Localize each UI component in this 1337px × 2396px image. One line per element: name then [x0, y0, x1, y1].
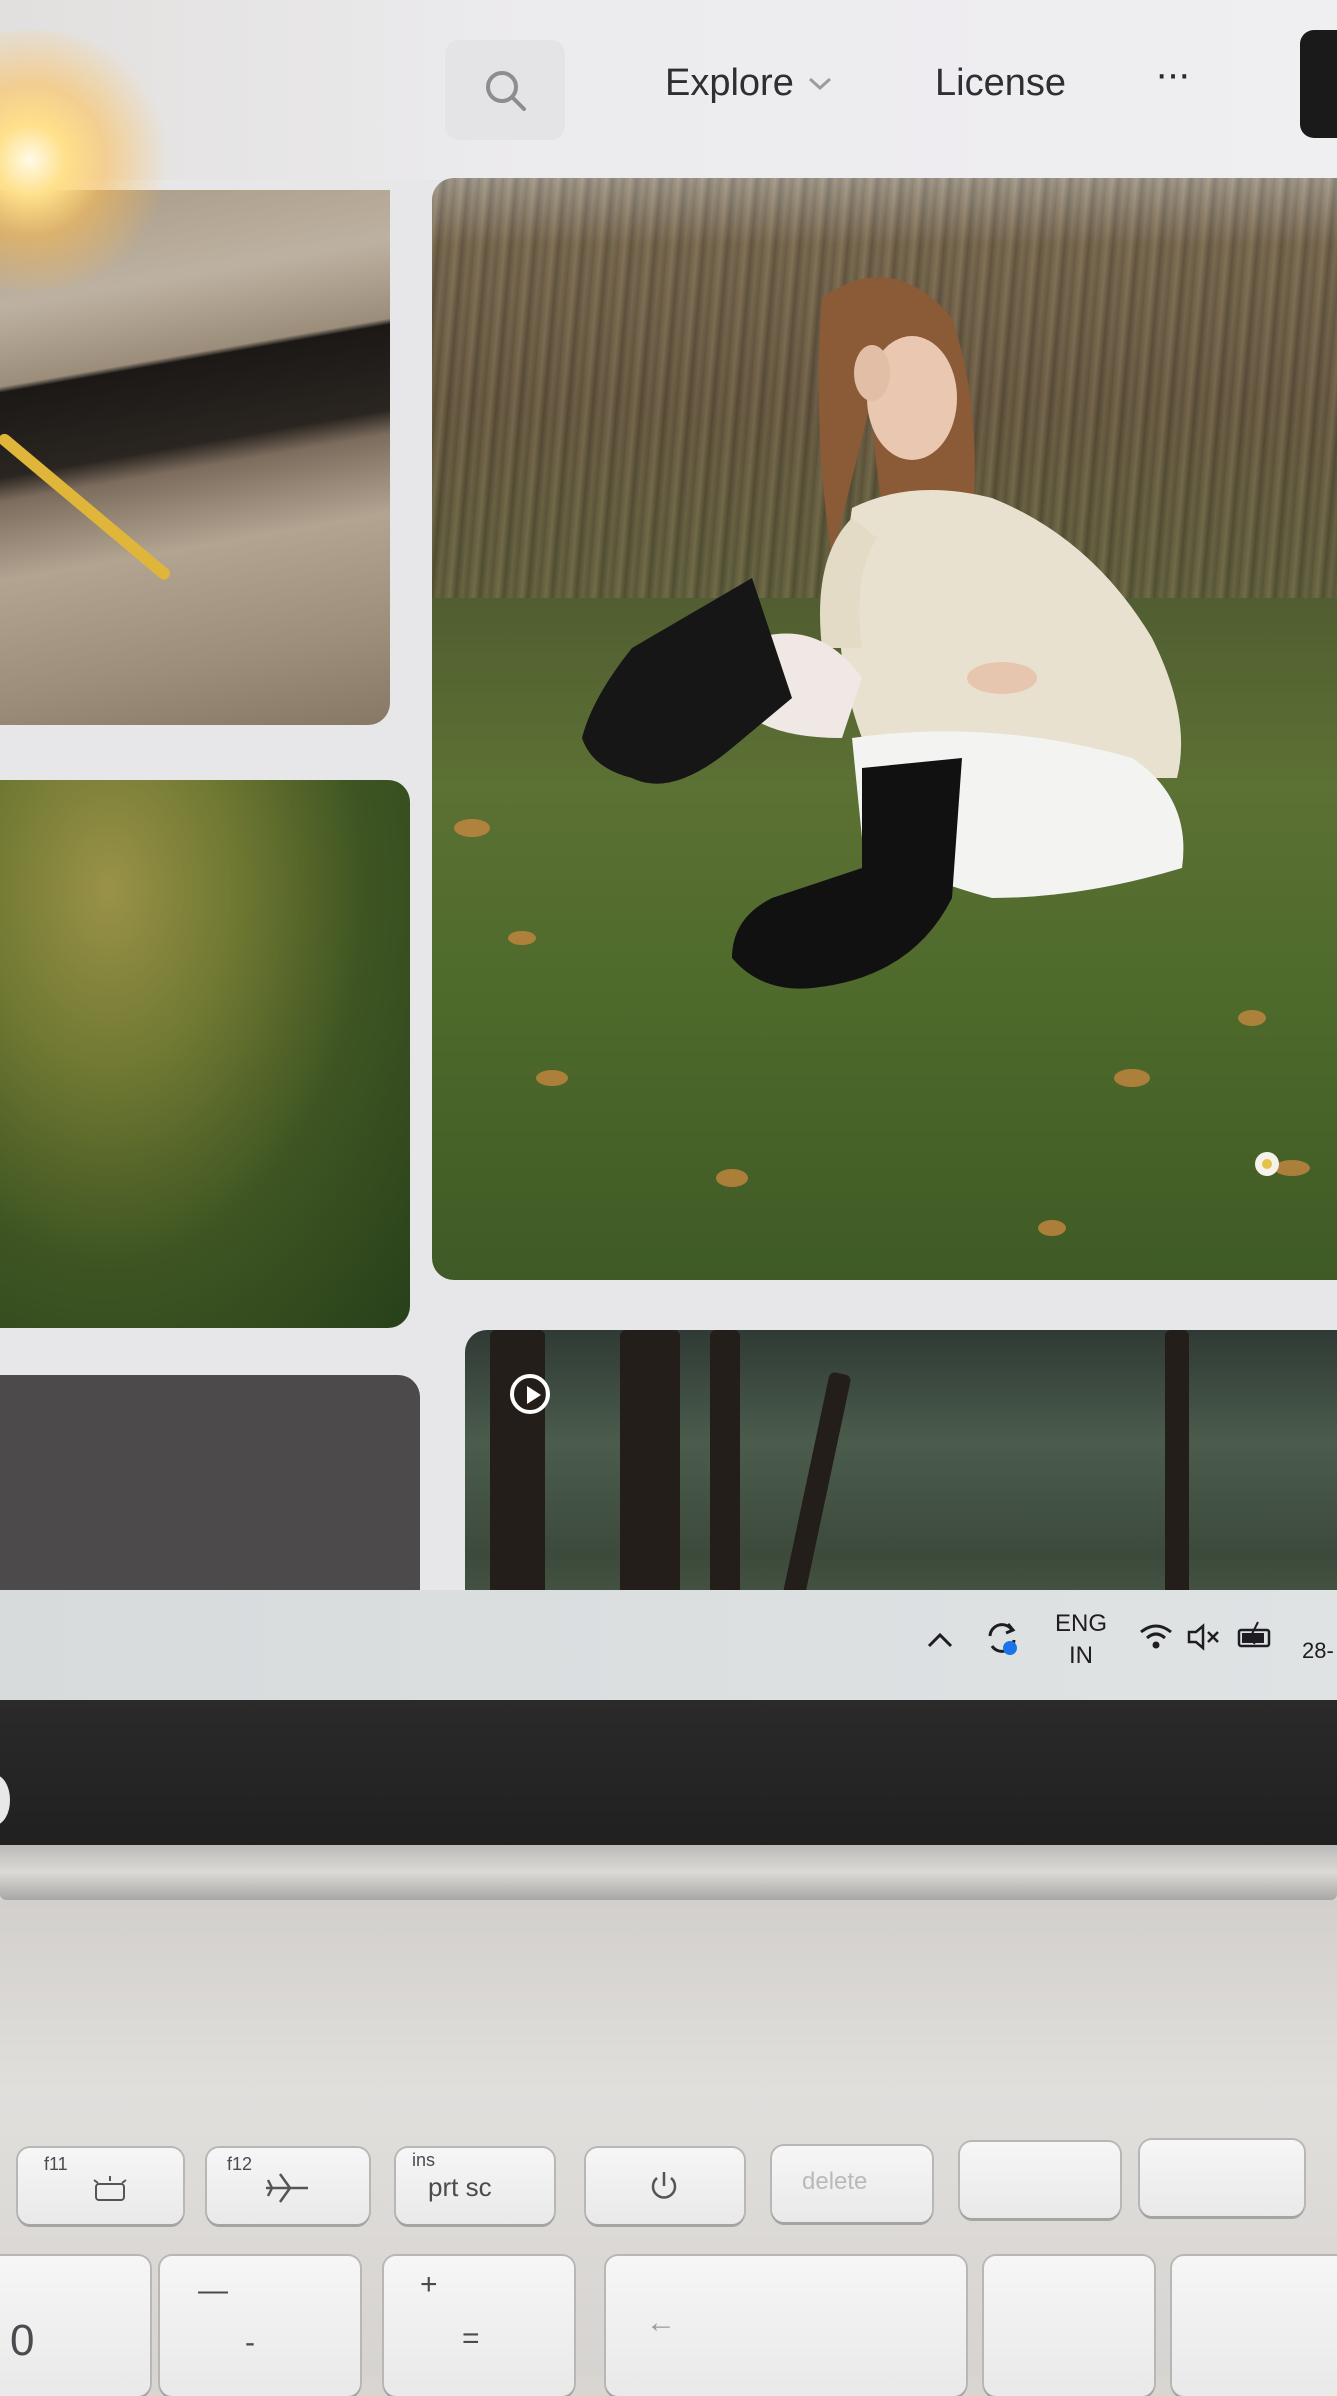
keyboard-region: IN: [1069, 1642, 1093, 1669]
photo-tile-woman-on-grass[interactable]: [432, 178, 1337, 1280]
key-label: delete: [802, 2168, 868, 2195]
key-minus[interactable]: — -: [160, 2256, 360, 2396]
key-label-prtsc: prt sc: [428, 2172, 492, 2202]
language-indicator[interactable]: ENG IN: [1055, 1608, 1107, 1672]
key-label: f12: [227, 2154, 253, 2174]
search-button[interactable]: [445, 40, 565, 140]
key-0[interactable]: 0: [0, 2256, 150, 2396]
nav-explore-label: Explore: [665, 62, 794, 104]
language-code: ENG: [1055, 1610, 1108, 1637]
volume-muted-icon[interactable]: [1186, 1622, 1222, 1652]
key-numpad[interactable]: [1172, 2256, 1337, 2396]
key-backspace[interactable]: ←: [606, 2256, 966, 2396]
play-icon[interactable]: [510, 1374, 550, 1414]
screen-bezel: [0, 1700, 1337, 1860]
key-home[interactable]: [960, 2142, 1120, 2218]
keyboard-backlight-icon: [93, 2176, 127, 2201]
windows-taskbar: ENG IN 28-: [0, 1590, 1337, 1700]
key-label-bottom: =: [462, 2322, 480, 2355]
key-label: ←: [646, 2306, 676, 2339]
search-icon: [486, 71, 526, 111]
key-power[interactable]: [586, 2148, 744, 2224]
nav-explore[interactable]: Explore: [665, 62, 832, 105]
photo-tile-grass[interactable]: [0, 780, 410, 1328]
power-icon: [651, 2172, 677, 2199]
key-f12[interactable]: f12: [207, 2148, 369, 2224]
key-f11[interactable]: f11: [18, 2148, 183, 2224]
chevron-up-icon[interactable]: [926, 1630, 954, 1650]
key-delete[interactable]: delete: [772, 2146, 932, 2222]
laptop-hinge: [0, 1845, 1337, 1900]
more-menu-button[interactable]: ···: [1155, 52, 1191, 97]
battery-charging-icon[interactable]: [1236, 1620, 1276, 1652]
laptop-screen: Explore License ··· ENG IN 28-: [0, 0, 1337, 1700]
key-numpad[interactable]: [984, 2256, 1154, 2396]
key-equals[interactable]: + =: [384, 2256, 574, 2396]
nav-license[interactable]: License: [935, 62, 1066, 105]
sync-icon[interactable]: [982, 1618, 1022, 1658]
airplane-mode-icon: [266, 2173, 308, 2203]
key-prtsc[interactable]: ins prt sc: [396, 2148, 554, 2224]
taskbar-date[interactable]: 28-: [1302, 1638, 1334, 1664]
key-label-top: +: [420, 2268, 438, 2301]
photo-figure: [454, 277, 1310, 1236]
chevron-down-icon: [808, 77, 831, 90]
profile-button[interactable]: [1300, 30, 1337, 138]
key-label: 0: [10, 2316, 35, 2365]
wifi-icon[interactable]: [1138, 1622, 1174, 1652]
key-label-bottom: -: [245, 2326, 255, 2359]
key-label-top: —: [198, 2274, 228, 2307]
key-label-ins: ins: [412, 2150, 436, 2170]
key-end[interactable]: [1140, 2140, 1304, 2216]
key-label: f11: [44, 2154, 68, 2174]
